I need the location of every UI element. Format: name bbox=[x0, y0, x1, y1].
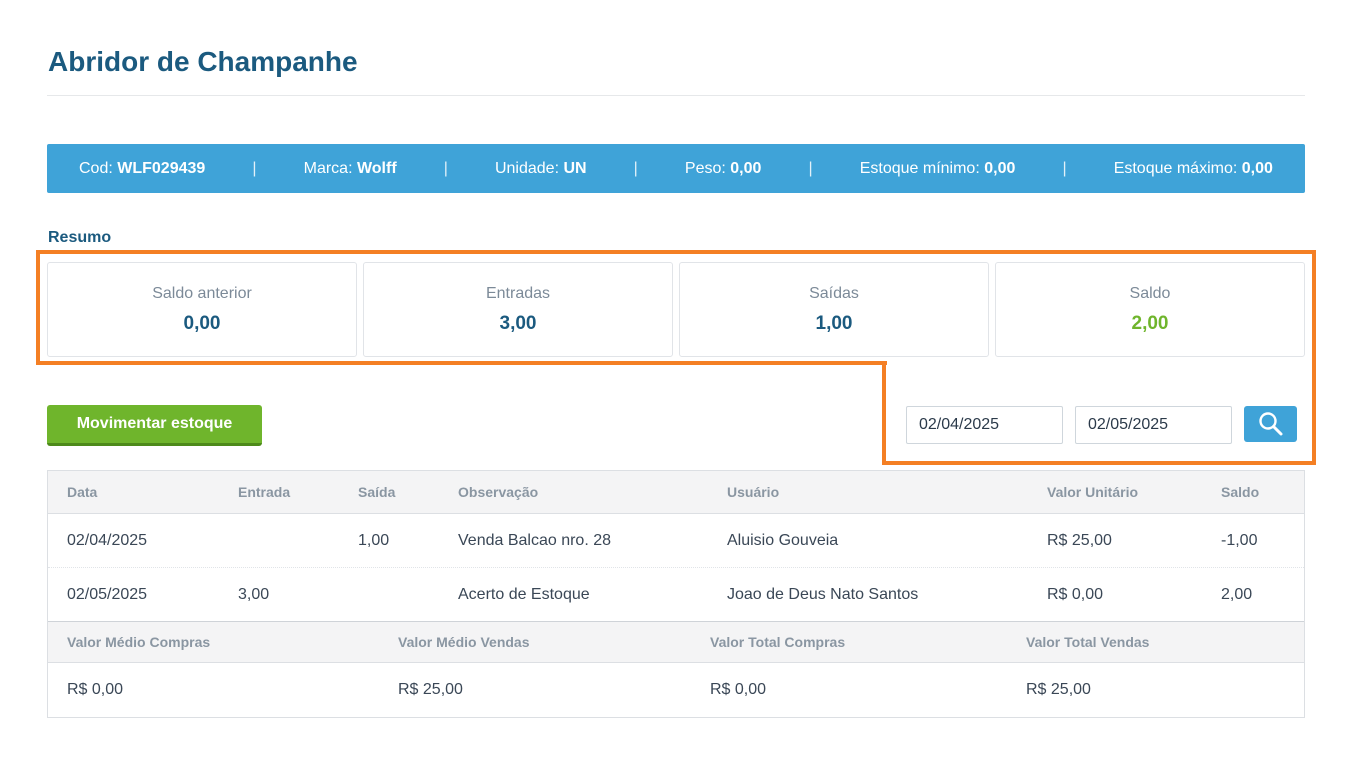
info-marca: Marca: Wolff bbox=[303, 159, 397, 177]
cell-data: 02/04/2025 bbox=[67, 531, 148, 549]
cell-data: 02/05/2025 bbox=[67, 585, 148, 603]
cell-valor-unitario: R$ 0,00 bbox=[1047, 585, 1104, 603]
total-valor-total-compras: R$ 0,00 bbox=[710, 681, 767, 698]
card-saldo: Saldo 2,00 bbox=[995, 262, 1305, 357]
resumo-label: Resumo bbox=[48, 229, 112, 246]
card-value: 1,00 bbox=[815, 313, 853, 334]
info-cod: Cod: WLF029439 bbox=[79, 159, 206, 177]
highlight-outline-left bbox=[36, 250, 40, 365]
info-separator: | bbox=[633, 159, 638, 177]
cell-usuario: Joao de Deus Nato Santos bbox=[727, 585, 919, 603]
date-from-input[interactable] bbox=[906, 406, 1063, 444]
totals-row: R$ 0,00 R$ 25,00 R$ 0,00 R$ 25,00 bbox=[48, 663, 1304, 717]
info-peso: Peso: 0,00 bbox=[684, 159, 762, 177]
column-header: Entrada bbox=[238, 484, 291, 500]
info-separator: | bbox=[808, 159, 813, 177]
totals-header: Valor Total Compras bbox=[710, 634, 846, 650]
info-estoque-minimo: Estoque mínimo: 0,00 bbox=[859, 159, 1016, 177]
card-value: 0,00 bbox=[183, 313, 221, 334]
movements-table: Data Entrada Saída Observação Usuário Va… bbox=[47, 470, 1305, 718]
total-valor-medio-vendas: R$ 25,00 bbox=[398, 681, 463, 698]
card-label: Saídas bbox=[809, 285, 859, 302]
totals-header: Valor Médio Compras bbox=[67, 634, 211, 650]
cell-valor-unitario: R$ 25,00 bbox=[1047, 531, 1112, 549]
movimentar-estoque-button[interactable]: Movimentar estoque bbox=[47, 405, 262, 446]
card-label: Entradas bbox=[485, 285, 551, 302]
totals-header: Valor Médio Vendas bbox=[398, 634, 530, 650]
totals-header-row: Valor Médio Compras Valor Médio Vendas V… bbox=[48, 622, 1304, 663]
column-header: Observação bbox=[458, 484, 539, 500]
card-label: Saldo anterior bbox=[152, 285, 252, 302]
cell-usuario: Aluisio Gouveia bbox=[727, 531, 839, 549]
info-separator: | bbox=[252, 159, 257, 177]
highlight-outline-top bbox=[36, 250, 1316, 254]
page-title: Abridor de Champanhe bbox=[48, 46, 358, 77]
product-info-bar: Cod: WLF029439 | Marca: Wolff | Unidade:… bbox=[47, 144, 1305, 193]
search-button[interactable] bbox=[1244, 406, 1297, 442]
column-header: Valor Unitário bbox=[1047, 484, 1139, 500]
info-separator: | bbox=[443, 159, 448, 177]
column-header: Saída bbox=[358, 484, 396, 500]
table-header-row: Data Entrada Saída Observação Usuário Va… bbox=[48, 471, 1304, 514]
card-saidas: Saídas 1,00 bbox=[679, 262, 989, 357]
column-header: Saldo bbox=[1221, 484, 1260, 500]
cell-saldo: -1,00 bbox=[1221, 531, 1258, 549]
card-saldo-anterior: Saldo anterior 0,00 bbox=[47, 262, 357, 357]
cell-entrada: 3,00 bbox=[238, 585, 270, 603]
column-header: Data bbox=[67, 484, 98, 500]
table-row: 02/05/2025 3,00 Acerto de Estoque Joao d… bbox=[48, 568, 1304, 622]
cell-saida: 1,00 bbox=[358, 531, 390, 549]
info-estoque-maximo: Estoque máximo: 0,00 bbox=[1113, 159, 1273, 177]
search-icon bbox=[1258, 412, 1282, 436]
card-entradas: Entradas 3,00 bbox=[363, 262, 673, 357]
highlight-outline-right bbox=[1312, 250, 1316, 465]
highlight-outline-bottom bbox=[882, 461, 1316, 465]
card-label: Saldo bbox=[1129, 285, 1171, 302]
total-valor-medio-compras: R$ 0,00 bbox=[67, 681, 124, 698]
cell-observacao: Venda Balcao nro. 28 bbox=[458, 531, 612, 549]
info-unidade: Unidade: UN bbox=[494, 159, 587, 177]
info-separator: | bbox=[1062, 159, 1067, 177]
title-divider bbox=[47, 95, 1305, 96]
cell-saldo: 2,00 bbox=[1221, 585, 1253, 603]
table-row: 02/04/2025 1,00 Venda Balcao nro. 28 Alu… bbox=[48, 514, 1304, 568]
card-value: 3,00 bbox=[499, 313, 537, 334]
highlight-outline-step bbox=[882, 361, 886, 465]
totals-header: Valor Total Vendas bbox=[1026, 634, 1150, 650]
highlight-outline-mid bbox=[36, 361, 887, 365]
cell-observacao: Acerto de Estoque bbox=[458, 585, 590, 603]
total-valor-total-vendas: R$ 25,00 bbox=[1026, 681, 1091, 698]
date-to-input[interactable] bbox=[1075, 406, 1232, 444]
card-value: 2,00 bbox=[1131, 313, 1169, 334]
column-header: Usuário bbox=[727, 484, 780, 500]
